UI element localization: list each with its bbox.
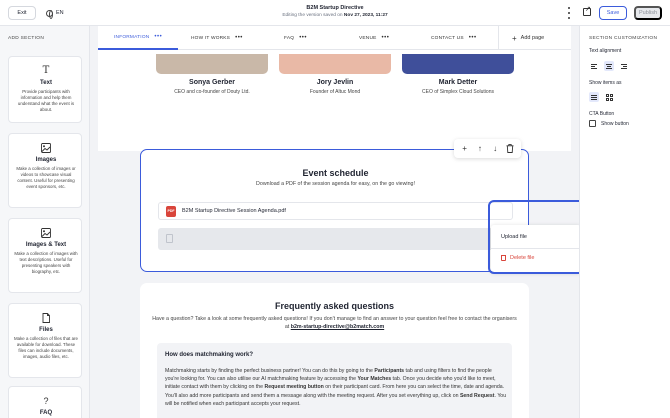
tab-label: HOW IT WORKS	[191, 35, 231, 41]
tab-more-icon[interactable]: •••	[299, 35, 307, 41]
highlight-outline	[488, 200, 585, 274]
speaker-role: CEO and co-founder of Douty Ltd.	[174, 89, 250, 95]
speaker-name: Sonya Gerber	[189, 79, 235, 86]
show-items-label: Show items as	[589, 80, 622, 86]
move-down-icon[interactable]: ↓	[489, 143, 501, 155]
tab-information[interactable]: INFORMATION •••	[98, 26, 179, 50]
speaker-photo	[156, 54, 268, 74]
file-icon	[42, 313, 50, 323]
show-button-checkbox[interactable]: Show button	[589, 120, 629, 127]
tab-more-icon[interactable]: •••	[235, 35, 243, 41]
add-page-button[interactable]: + Add page	[512, 26, 544, 50]
file-placeholder-icon	[166, 234, 173, 243]
file-item[interactable]: PDF B2M Startup Directive Session Agenda…	[158, 202, 513, 220]
checkbox-label: Show button	[601, 120, 629, 127]
speaker-name: Jory Jevlin	[316, 79, 354, 86]
more-options-icon[interactable]	[566, 7, 572, 19]
section-card-desc: Provide participants with information an…	[17, 89, 75, 112]
empty-file-slot[interactable]: •••	[158, 228, 513, 250]
list-view-icon[interactable]	[589, 92, 599, 102]
publish-button[interactable]: Publish	[634, 6, 662, 20]
plus-icon: +	[512, 33, 517, 43]
external-link-icon[interactable]	[583, 5, 591, 16]
text-icon: T	[42, 65, 50, 76]
add-section-title: ADD SECTION	[8, 36, 45, 41]
tab-label: INFORMATION	[114, 34, 150, 40]
show-items-options	[589, 92, 614, 102]
faq-title: Frequently asked questions	[274, 301, 395, 311]
tab-more-icon[interactable]: •••	[382, 35, 390, 41]
section-card-name: Text	[40, 80, 52, 86]
faq-item: How does matchmaking work? Matchmaking s…	[157, 343, 512, 418]
section-card-images-text[interactable]: Images & Text Make a collection of image…	[8, 218, 82, 293]
panel-title: SECTION CUSTOMIZATION	[589, 36, 658, 41]
speaker-photo	[279, 54, 391, 74]
section-customization-panel: SECTION CUSTOMIZATION Text alignment Sho…	[579, 26, 670, 418]
tab-label: FAQ	[284, 35, 295, 41]
section-card-desc: Make a collection of images or videos to…	[16, 166, 76, 189]
section-card-images[interactable]: Images Make a collection of images or vi…	[8, 133, 82, 208]
grid-view-icon[interactable]	[604, 92, 614, 102]
page-tabs: INFORMATION ••• HOW IT WORKS ••• FAQ ••• VE…	[98, 26, 571, 50]
add-icon[interactable]: +	[459, 143, 471, 155]
text-alignment-label: Text alignment	[589, 48, 622, 54]
faq-answer: Matchmaking starts by finding the perfec…	[165, 368, 507, 407]
faq-intro: Have a question? Take a look at some fre…	[152, 316, 517, 330]
section-title: Event schedule	[302, 168, 369, 178]
speaker-role: CEO of Simplex Cloud Solutions	[422, 89, 494, 95]
speaker-role: Founder of Altuc Mond	[309, 89, 361, 95]
section-card-name: Images & Text	[25, 242, 67, 248]
organiser-email-link[interactable]: b2m-startup-directive@b2match.com	[291, 324, 384, 330]
align-right-icon[interactable]	[619, 61, 629, 71]
add-page-label: Add page	[520, 35, 545, 41]
section-card-files[interactable]: Files Make a collection of files that ar…	[8, 303, 82, 378]
section-card-name: Files	[39, 327, 53, 333]
tab-contact-us[interactable]: CONTACT US •••	[431, 26, 477, 50]
question-icon: ?	[43, 396, 49, 406]
event-schedule-section[interactable]: Event schedule Download a PDF of the ses…	[140, 149, 529, 272]
section-card-desc: Make a collection of files that are avai…	[14, 336, 78, 359]
section-card-desc: Make a collection of images with text de…	[14, 251, 78, 274]
speaker-photo	[402, 54, 514, 74]
section-card-name: Images	[35, 157, 57, 163]
save-button[interactable]: Save	[599, 6, 627, 20]
tab-label: CONTACT US	[431, 35, 464, 41]
trash-icon[interactable]	[504, 143, 516, 155]
cta-button-label: CTA Button	[589, 111, 615, 117]
move-up-icon[interactable]: ↑	[474, 143, 486, 155]
section-card-text[interactable]: T Text Provide participants with informa…	[8, 56, 82, 123]
tab-label: VENUE	[359, 35, 377, 41]
image-icon	[41, 143, 51, 153]
align-left-icon[interactable]	[589, 61, 599, 71]
faq-section: Frequently asked questions Have a questi…	[140, 283, 529, 418]
file-name: B2M Startup Directive Session Agenda.pdf	[182, 208, 286, 214]
top-bar: Exit EN B2M Startup Directive Editing th…	[0, 0, 670, 26]
image-text-icon	[41, 228, 51, 238]
speaker-name: Mark Detter	[438, 79, 478, 86]
section-toolbar: + ↑ ↓	[454, 139, 521, 158]
checkbox-icon[interactable]	[589, 120, 596, 127]
faq-question: How does matchmaking work?	[165, 352, 254, 358]
tab-how-it-works[interactable]: HOW IT WORKS •••	[191, 26, 243, 50]
speakers-section: Sonya Gerber CEO and co-founder of Douty…	[98, 51, 571, 151]
tab-faq[interactable]: FAQ •••	[284, 26, 307, 50]
tab-more-icon[interactable]: •••	[154, 34, 162, 40]
pdf-icon: PDF	[166, 205, 176, 217]
section-subtitle: Download a PDF of the session agenda for…	[256, 181, 415, 187]
section-card-faq[interactable]: ? FAQ	[8, 386, 82, 418]
add-section-sidebar: ADD SECTION T Text Provide participants …	[0, 26, 90, 418]
align-center-icon[interactable]	[604, 61, 614, 71]
text-alignment-options	[589, 61, 629, 71]
tab-venue[interactable]: VENUE •••	[359, 26, 389, 50]
tab-more-icon[interactable]: •••	[469, 35, 477, 41]
section-card-name: FAQ	[39, 410, 53, 416]
